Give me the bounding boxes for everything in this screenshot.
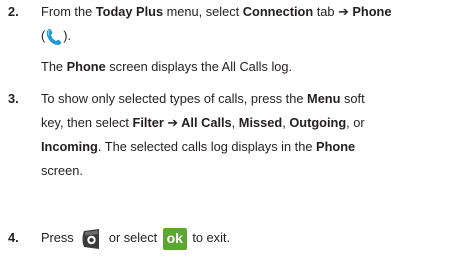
step-4: 4. Press or select ok to exit. [8, 226, 467, 250]
connection-label: Connection [242, 4, 314, 19]
step-4-line-1: Press or select ok to exit. [41, 226, 467, 250]
step-2-line-2: (). [41, 24, 467, 48]
step-number: 3. [8, 91, 19, 106]
phone-label: Phone [348, 4, 392, 19]
phone-handset-icon [46, 28, 62, 46]
step-number: 2. [8, 4, 19, 19]
arrow-icon: ➔ [338, 4, 349, 19]
step-2-line-1: From the Today Plus menu, select Connect… [41, 4, 392, 19]
step-3-line-3: Incoming. The selected calls log display… [41, 139, 356, 154]
step-3-line-2: key, then select Filter ➔ All Calls, Mis… [41, 115, 365, 130]
end-key-icon [79, 228, 103, 250]
incoming-label: Incoming [41, 139, 98, 154]
filter-all-calls-label: Filter ➔ All Calls [132, 115, 232, 130]
step-2-line-3: The Phone screen displays the All Calls … [41, 59, 293, 74]
outgoing-label: Outgoing [289, 115, 347, 130]
step-number: 4. [8, 230, 19, 245]
today-plus-label: Today Plus [95, 4, 164, 19]
step-3-line-1: To show only selected types of calls, pr… [41, 91, 365, 106]
step-3-line-4: screen. [41, 163, 83, 178]
step-2: 2. From the Today Plus menu, select Conn… [8, 0, 467, 79]
menu-label: Menu [307, 91, 341, 106]
phone-label: Phone [66, 59, 106, 74]
ok-icon: ok [162, 227, 187, 250]
step-3: 3. To show only selected types of calls,… [8, 87, 467, 183]
missed-label: Missed [238, 115, 283, 130]
phone-label: Phone [316, 139, 356, 154]
